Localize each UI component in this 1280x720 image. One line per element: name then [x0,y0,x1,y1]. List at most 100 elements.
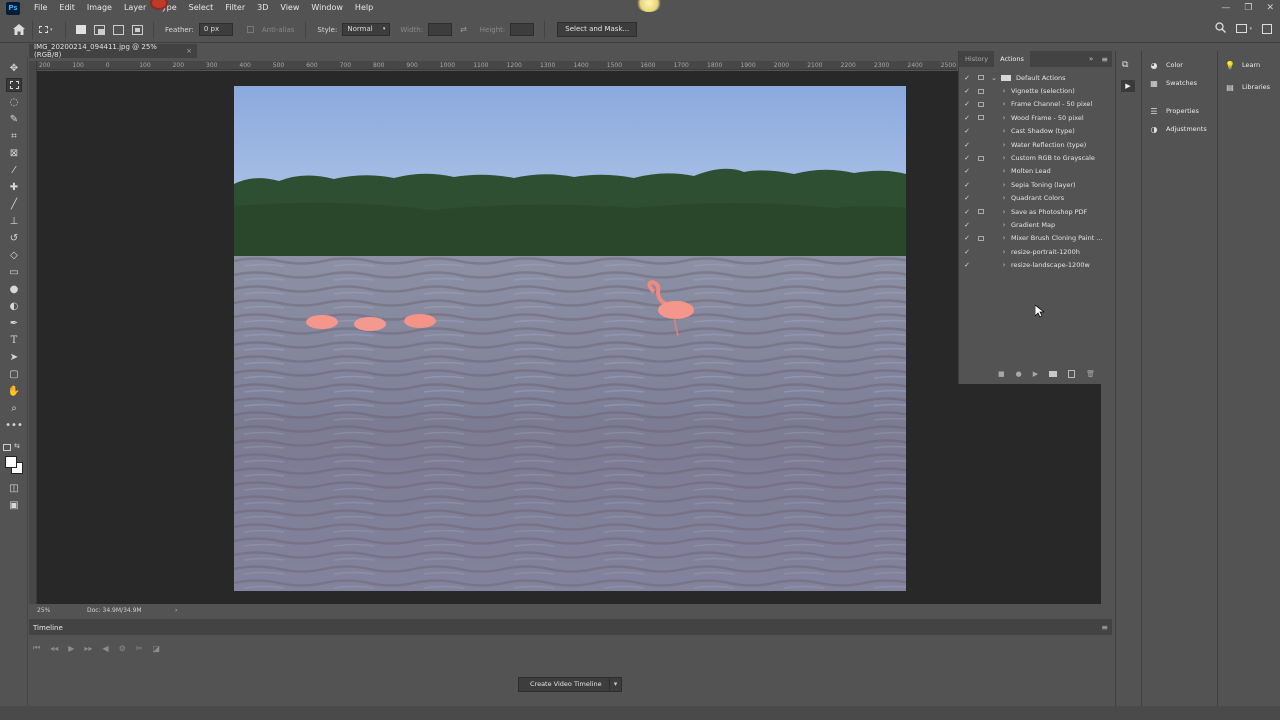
action-row[interactable]: ✓ › Water Reflection (type) [959,138,1113,151]
style-select[interactable]: Normal ▾ [342,23,391,36]
timeline-type-dropdown-icon[interactable]: ▾ [609,677,622,692]
rectangular-marquee-tool-icon[interactable] [6,78,22,92]
minimize-button[interactable]: — [1221,3,1230,13]
gradient-tool-icon[interactable]: ▭ [6,265,22,279]
default-colors-icon[interactable] [3,444,11,451]
action-row[interactable]: ✓ › Custom RGB to Grayscale [959,151,1113,164]
dialog-toggle-icon[interactable] [975,234,987,242]
chevron-expand-icon[interactable]: › [997,208,1011,216]
checkmark-icon[interactable]: ✓ [959,248,975,256]
tab-history[interactable]: History [959,51,994,67]
hand-tool-icon[interactable]: ✋ [6,384,22,398]
dialog-toggle-icon[interactable] [975,127,987,135]
color-panel-button[interactable]: ◕ Color [1142,56,1215,74]
more-tools-icon[interactable]: ••• [5,418,23,432]
history-brush-tool-icon[interactable]: ↺ [6,231,22,245]
menu-edit[interactable]: Edit [53,0,81,16]
restore-button[interactable]: ❐ [1244,3,1252,13]
rectangle-tool-icon[interactable]: ▢ [6,367,22,381]
chevron-expand-icon[interactable]: › [997,248,1011,256]
action-row[interactable]: ✓ › resize-portrait-1200h [959,245,1113,258]
dialog-toggle-icon[interactable] [975,181,987,189]
blur-tool-icon[interactable]: ● [6,282,22,296]
dialog-toggle-icon[interactable] [975,194,987,202]
chevron-expand-icon[interactable]: › [997,100,1011,108]
menu-help[interactable]: Help [349,0,379,16]
stop-icon[interactable]: ■ [998,370,1005,378]
feather-input[interactable]: 0 px [198,23,233,36]
action-row[interactable]: ✓ › Sepia Toning (layer) [959,178,1113,191]
brush-tool-icon[interactable]: ╱ [6,197,22,211]
chevron-expand-icon[interactable]: › [997,127,1011,135]
action-row[interactable]: ✓ ⌄ Default Actions [959,71,1113,84]
intersect-selection-icon[interactable] [132,24,143,35]
dialog-toggle-icon[interactable] [975,248,987,256]
action-row[interactable]: ✓ › Vignette (selection) [959,84,1113,97]
chevron-expand-icon[interactable]: › [997,114,1011,122]
dialog-toggle-icon[interactable] [975,87,987,95]
dialog-toggle-icon[interactable] [975,141,987,149]
checkmark-icon[interactable]: ✓ [959,261,975,269]
checkmark-icon[interactable]: ✓ [959,181,975,189]
checkmark-icon[interactable]: ✓ [959,87,975,95]
actions-panel-menu-icon[interactable]: ≡ [1101,55,1108,64]
dialog-toggle-icon[interactable] [975,261,987,269]
workspace-icon[interactable]: ▾ [1236,24,1252,33]
chevron-expand-icon[interactable]: › [997,141,1011,149]
foreground-color-swatch[interactable] [5,456,17,468]
dialog-toggle-icon[interactable] [975,154,987,162]
dialog-toggle-icon[interactable] [975,114,987,122]
action-row[interactable]: ✓ › Frame Channel - 50 pixel [959,98,1113,111]
split-scissors-icon[interactable]: ✂ [136,644,143,653]
crop-tool-icon[interactable]: ⌗ [6,129,22,143]
dialog-toggle-icon[interactable] [975,167,987,175]
first-frame-icon[interactable]: ⏮ [33,643,40,653]
create-video-timeline-button[interactable]: Create Video Timeline [518,677,614,692]
learn-panel-button[interactable]: 💡 Learn [1218,56,1280,74]
menu-select[interactable]: Select [183,0,220,16]
close-window-button[interactable]: ✕ [1266,3,1274,13]
history-panel-icon[interactable]: ⧉ [1122,60,1128,70]
timeline-title[interactable]: Timeline [33,624,63,632]
zoom-tool-icon[interactable]: ⌕ [6,401,22,415]
action-row[interactable]: ✓ › Molten Lead [959,165,1113,178]
chevron-expand-icon[interactable]: › [997,167,1011,175]
chevron-expand-icon[interactable]: › [997,194,1011,202]
checkmark-icon[interactable]: ✓ [959,208,975,216]
checkmark-icon[interactable]: ✓ [959,194,975,202]
flamingo-photo[interactable] [234,86,906,591]
eraser-tool-icon[interactable]: ◇ [6,248,22,262]
home-icon[interactable] [12,24,26,35]
checkmark-icon[interactable]: ✓ [959,114,975,122]
close-document-icon[interactable]: × [186,47,192,55]
record-icon[interactable]: ● [1016,370,1022,378]
menu-3d[interactable]: 3D [251,0,274,16]
libraries-panel-button[interactable]: ▤ Libraries [1218,78,1280,96]
lasso-tool-icon[interactable]: ◌ [6,95,22,109]
adjustments-panel-button[interactable]: ◑ Adjustments [1142,120,1215,138]
checkmark-icon[interactable]: ✓ [959,74,975,82]
transition-icon[interactable]: ◪ [152,644,160,653]
dialog-toggle-icon[interactable] [975,208,987,216]
checkmark-icon[interactable]: ✓ [959,167,975,175]
pen-tool-icon[interactable]: ✒ [6,316,22,330]
action-row[interactable]: ✓ › Quadrant Colors [959,192,1113,205]
menu-image[interactable]: Image [81,0,118,16]
move-tool-icon[interactable]: ✥ [6,61,22,75]
zoom-level[interactable]: 25% [37,607,87,614]
chevron-expand-icon[interactable]: › [997,221,1011,229]
checkmark-icon[interactable]: ✓ [959,154,975,162]
height-input[interactable] [510,23,535,36]
action-row[interactable]: ✓ › Wood Frame - 50 pixel [959,111,1113,124]
quick-selection-tool-icon[interactable]: ✎ [6,112,22,126]
document-tab[interactable]: IMG_20200214_094411.jpg @ 25% (RGB/8) × [29,43,197,59]
share-icon[interactable] [1262,23,1272,34]
new-selection-icon[interactable] [76,25,86,34]
action-row[interactable]: ✓ › Mixer Brush Cloning Paint ... [959,232,1113,245]
action-row[interactable]: ✓ › resize-landscape-1200w [959,258,1113,271]
panel-menu-icon[interactable]: ≡ [1101,623,1108,632]
checkmark-icon[interactable]: ✓ [959,100,975,108]
frame-tool-icon[interactable]: ⊠ [6,146,22,160]
healing-brush-tool-icon[interactable]: ✚ [6,180,22,194]
collapse-panel-icon[interactable]: » [1089,55,1093,63]
